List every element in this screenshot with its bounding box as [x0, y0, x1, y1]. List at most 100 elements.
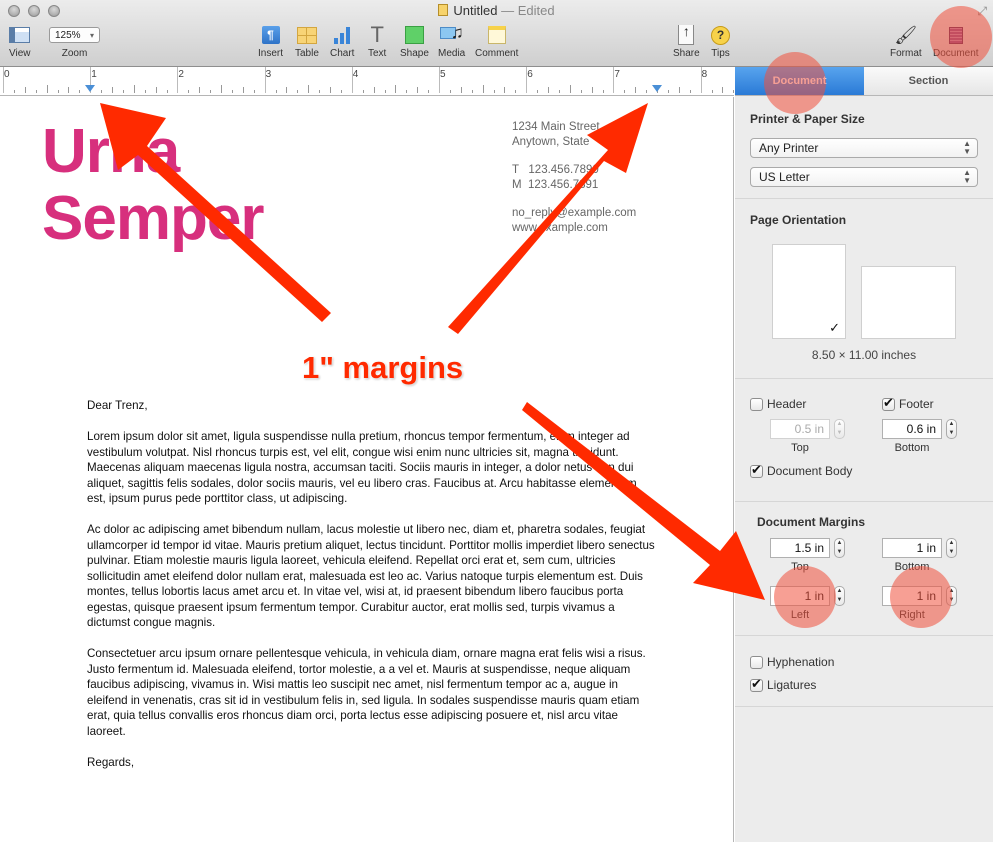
ruler-tick — [471, 90, 473, 93]
document-body-checkbox[interactable] — [750, 462, 763, 478]
header-checkbox[interactable] — [750, 397, 763, 411]
ruler-tick — [155, 87, 157, 93]
letter-body[interactable]: Dear Trenz, Lorem ipsum dolor sit amet, … — [87, 398, 657, 786]
document-body-checkbox-row[interactable]: Document Body — [750, 462, 853, 478]
ruler-tick — [667, 90, 669, 93]
view-button[interactable]: View — [9, 24, 31, 59]
ruler-label: 7 — [614, 69, 620, 80]
document-title: Untitled — [453, 3, 498, 18]
ruler-tick — [646, 90, 648, 93]
ruler-label: 3 — [265, 69, 272, 80]
format-button[interactable]: 🖌 Format — [890, 24, 922, 60]
footer-bottom-stepper[interactable]: ▲ ▼ — [946, 419, 957, 439]
margin-bottom-stepper[interactable]: ▲ ▼ — [946, 538, 957, 558]
right-margin-marker[interactable] — [652, 85, 662, 92]
ruler-tick — [112, 87, 113, 93]
ruler-tick — [406, 90, 408, 93]
ruler-tick — [3, 67, 4, 93]
ligatures-checkbox-row[interactable]: Ligatures — [750, 676, 817, 692]
document-body-label: Document Body — [767, 464, 853, 478]
ruler-label: 5 — [440, 69, 446, 80]
footer-checkbox-row[interactable]: Footer — [882, 395, 934, 411]
ruler-tick — [68, 87, 70, 93]
paragraph: Lorem ipsum dolor sit amet, ligula suspe… — [87, 430, 637, 505]
media-button[interactable]: ♫ Media — [438, 23, 465, 59]
paper-size-select[interactable]: US Letter ▲ ▼ — [750, 167, 978, 187]
text-button[interactable]: T Text — [368, 24, 386, 60]
window-title: Untitled — Edited — [0, 3, 993, 18]
ruler-tick — [515, 90, 517, 93]
left-margin-marker[interactable] — [85, 85, 96, 92]
ruler-label: 0 — [4, 69, 10, 80]
tips-label: Tips — [711, 48, 730, 59]
shape-button[interactable]: Shape — [400, 24, 429, 59]
ruler-tick — [504, 87, 506, 93]
closing: Regards, — [87, 755, 135, 769]
fullscreen-icon[interactable]: ⤢ — [977, 4, 987, 19]
header-checkbox-row[interactable]: Header — [750, 397, 806, 411]
ligatures-label: Ligatures — [767, 678, 817, 692]
margin-right-stepper[interactable]: ▲ ▼ — [946, 586, 957, 606]
landscape-orientation-option[interactable] — [861, 266, 956, 339]
ruler-tick — [449, 90, 451, 93]
margin-left-stepper[interactable]: ▲ ▼ — [834, 586, 845, 606]
hyphenation-checkbox[interactable] — [750, 655, 763, 669]
margin-top-field[interactable]: 1.5 in — [770, 538, 830, 558]
margin-right-field[interactable]: 1 in — [882, 586, 942, 606]
ruler-tick — [689, 90, 691, 93]
zoom-value: 125% — [55, 29, 81, 41]
footer-bottom-field[interactable]: 0.6 in — [882, 419, 942, 439]
ruler-tick — [122, 90, 124, 93]
ruler-tick — [46, 85, 48, 93]
insert-button[interactable]: ¶ Insert — [258, 24, 283, 59]
ruler-label: 8 — [701, 69, 708, 80]
share-icon: ↑ — [678, 24, 695, 45]
footer-checkbox[interactable] — [882, 395, 895, 411]
header-top-stepper[interactable]: ▲ ▼ — [834, 419, 845, 439]
page-orientation-title: Page Orientation — [750, 213, 847, 227]
zoom-control[interactable]: 125% ▾ Zoom — [49, 24, 100, 59]
ruler-tick — [569, 85, 571, 93]
document-button[interactable]: Document — [933, 24, 979, 59]
ruler-tick — [602, 90, 604, 93]
document-canvas[interactable]: Urna Semper 1234 Main Street Anytown, St… — [0, 97, 734, 842]
email-text: no_reply@example.com — [512, 207, 637, 219]
ruler-tick — [101, 90, 103, 93]
share-button[interactable]: ↑ Share — [673, 24, 700, 59]
document-label: Document — [933, 48, 979, 59]
header-top-field[interactable]: 0.5 in — [770, 419, 830, 439]
help-icon: ? — [711, 25, 730, 45]
ruler-tick — [340, 90, 342, 93]
ruler-tick — [417, 87, 419, 93]
ruler-tick — [35, 90, 37, 93]
ruler-tick — [297, 90, 299, 93]
ruler-tick — [166, 90, 168, 93]
tab-document[interactable]: Document — [735, 67, 864, 95]
chart-button[interactable]: Chart — [330, 24, 354, 59]
ligatures-checkbox[interactable] — [750, 676, 763, 692]
printer-select[interactable]: Any Printer ▲ ▼ — [750, 138, 978, 158]
tab-section[interactable]: Section — [864, 67, 993, 95]
margin-bottom-field[interactable]: 1 in — [882, 538, 942, 558]
address-line-2: Anytown, State — [512, 136, 590, 148]
chevron-down-icon: ▾ — [89, 30, 94, 40]
document-margins-section: Document Margins 1.5 in ▲ ▼ Top 1 in ▲ ▼ B… — [735, 502, 993, 636]
inspector-tabs: Document Section — [735, 67, 993, 96]
chart-icon — [334, 26, 351, 44]
horizontal-ruler[interactable]: 0 1 2 3 4 5 6 7 8 — [0, 67, 734, 96]
ruler-tick — [330, 87, 331, 93]
comment-button[interactable]: Comment — [475, 24, 518, 59]
hyphenation-checkbox-row[interactable]: Hyphenation — [750, 655, 834, 669]
table-button[interactable]: Table — [295, 24, 319, 59]
zoom-select[interactable]: 125% ▾ — [49, 27, 100, 43]
paragraph-icon: ¶ — [261, 26, 280, 44]
ruler-tick — [231, 90, 233, 93]
ruler-tick — [439, 67, 440, 93]
printer-paper-title: Printer & Paper Size — [750, 112, 865, 126]
tips-button[interactable]: ? Tips — [711, 24, 730, 59]
portrait-orientation-option[interactable]: ✓ — [772, 244, 846, 339]
margin-left-field[interactable]: 1 in — [770, 586, 830, 606]
ruler-tick — [308, 85, 310, 93]
margin-top-stepper[interactable]: ▲ ▼ — [834, 538, 845, 558]
ruler-tick — [188, 90, 190, 93]
